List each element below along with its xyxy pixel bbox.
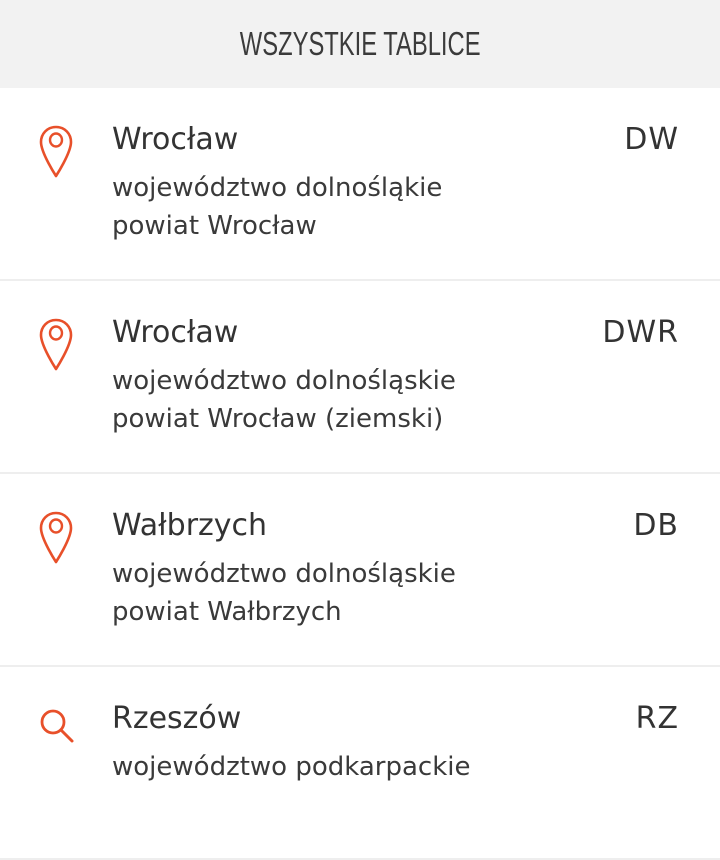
plate-code: DW	[624, 122, 679, 157]
voivodeship-label: województwo dolnośląskie	[112, 559, 456, 589]
map-pin-icon	[39, 511, 73, 564]
list-item[interactable]: Wrocław DW województwo dolnośląkie powia…	[0, 88, 720, 281]
plate-code: DB	[633, 508, 679, 543]
app-header: WSZYSTKIE TABLICE	[0, 0, 720, 88]
plate-code: RZ	[635, 701, 679, 736]
powiat-label: powiat Wrocław	[112, 211, 317, 241]
plate-code: DWR	[602, 315, 679, 350]
list-item[interactable]: Wałbrzych DB województwo dolnośląskie po…	[0, 474, 720, 667]
powiat-label: powiat Wałbrzych	[112, 597, 342, 627]
voivodeship-label: województwo dolnośląskie	[112, 366, 456, 396]
page-title: WSZYSTKIE TABLICE	[239, 25, 481, 62]
list-item[interactable]: Wrocław DWR województwo dolnośląskie pow…	[0, 281, 720, 474]
map-pin-icon	[39, 318, 73, 371]
city-name: Rzeszów	[112, 701, 242, 736]
voivodeship-label: województwo podkarpackie	[112, 752, 471, 782]
city-name: Wrocław	[112, 315, 239, 350]
city-name: Wałbrzych	[112, 508, 268, 543]
voivodeship-label: województwo dolnośląkie	[112, 173, 443, 203]
powiat-label: powiat Wrocław (ziemski)	[112, 404, 444, 434]
list-item[interactable]: Rzeszów RZ województwo podkarpackie	[0, 667, 720, 860]
city-name: Wrocław	[112, 122, 239, 157]
map-pin-icon	[39, 125, 73, 178]
plates-list: Wrocław DW województwo dolnośląkie powia…	[0, 88, 720, 860]
search-icon	[40, 709, 74, 743]
